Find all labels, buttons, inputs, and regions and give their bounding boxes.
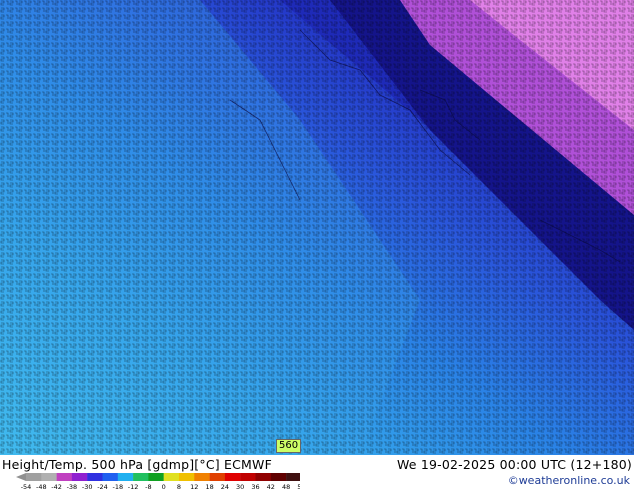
legend-tick-label: 0 xyxy=(162,483,166,490)
legend-swatch xyxy=(209,473,226,481)
legend-tick-label: -18 xyxy=(112,483,123,490)
legend-tick-label: 30 xyxy=(236,483,244,490)
legend-tick-label: -54 xyxy=(21,483,32,490)
credit-link[interactable]: ©weatheronline.co.uk xyxy=(508,474,630,487)
legend-arrow-low xyxy=(16,473,26,481)
legend-tick-label: 12 xyxy=(190,483,198,490)
legend-swatch xyxy=(148,473,164,481)
legend-tick-label: -48 xyxy=(36,483,47,490)
legend-swatch xyxy=(133,473,149,481)
legend-tick-label: 8 xyxy=(177,483,181,490)
legend-tick-label: -30 xyxy=(82,483,93,490)
legend-tick-label: -24 xyxy=(97,483,108,490)
legend-swatch xyxy=(117,473,134,481)
product-title: Height/Temp. 500 hPa [gdmp][°C] ECMWF xyxy=(2,457,272,472)
legend-swatch xyxy=(163,473,180,481)
legend-swatch xyxy=(240,473,256,481)
legend-swatch xyxy=(224,473,241,481)
legend-swatch xyxy=(26,473,42,481)
legend-tick-label: -38 xyxy=(67,483,78,490)
legend-swatch xyxy=(87,473,103,481)
weather-map: 560 xyxy=(0,0,634,455)
legend-swatch xyxy=(255,473,271,481)
legend-tick-label: 48 xyxy=(282,483,290,490)
legend-tick-label: 36 xyxy=(251,483,259,490)
legend-swatch xyxy=(270,473,287,481)
legend-tick-label: 24 xyxy=(221,483,229,490)
legend-swatch xyxy=(179,473,195,481)
legend-tick-label: 54 xyxy=(297,483,300,490)
legend-swatch xyxy=(194,473,210,481)
legend-tick-label: 42 xyxy=(267,483,275,490)
contour-digit-texture xyxy=(0,0,634,455)
legend-swatch xyxy=(286,473,300,481)
footer-bar: Height/Temp. 500 hPa [gdmp][°C] ECMWF We… xyxy=(0,455,634,490)
legend-tick-label: 18 xyxy=(205,483,213,490)
valid-time: We 19-02-2025 00:00 UTC (12+180) xyxy=(396,457,632,472)
legend-tick-label: -8 xyxy=(145,483,151,490)
legend-swatch xyxy=(102,473,118,481)
legend-swatch xyxy=(56,473,73,481)
legend-tick-label: -42 xyxy=(51,483,62,490)
temperature-field xyxy=(0,0,634,455)
legend-swatch xyxy=(41,473,57,481)
legend-tick-label: -12 xyxy=(128,483,139,490)
color-scale-legend: -54 -48 -42 -38 -30 -24 -18 -12 -8 0 8 12 18 24 30 36 42… xyxy=(16,473,300,490)
legend-swatch xyxy=(71,473,88,481)
isoline-label: 560 xyxy=(276,439,302,453)
